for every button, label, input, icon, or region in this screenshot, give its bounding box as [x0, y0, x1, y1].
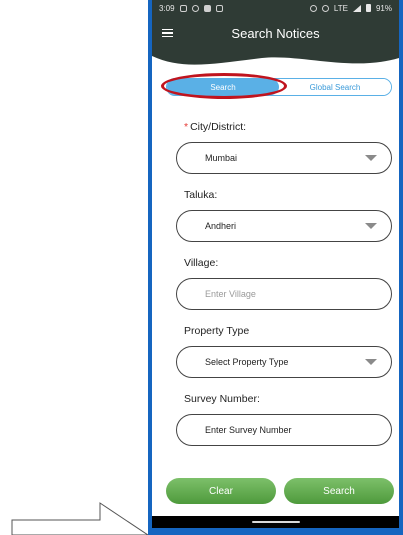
taluka-value: Andheri	[205, 221, 237, 231]
tab-global-search[interactable]: Global Search	[279, 79, 391, 95]
network-type: LTE	[333, 3, 348, 13]
tab-global-search-label: Global Search	[309, 82, 361, 92]
app-bar: Search Notices	[152, 16, 399, 50]
survey-number-placeholder: Enter Survey Number	[205, 425, 292, 435]
required-mark: *	[184, 121, 189, 133]
app-screen: 3:09 LTE 91% Search Notices Search Globa…	[152, 0, 399, 528]
battery-icon	[365, 4, 371, 12]
notification-icon	[179, 4, 187, 12]
survey-number-input[interactable]: Enter Survey Number	[176, 414, 392, 446]
city-select[interactable]: Mumbai	[176, 142, 392, 174]
header-wave	[152, 48, 399, 65]
clear-button[interactable]: Clear	[166, 478, 276, 504]
wifi-icon	[321, 4, 329, 12]
tab-search[interactable]: Search	[161, 73, 287, 99]
city-value: Mumbai	[205, 153, 238, 163]
city-label: * City/District:	[184, 121, 246, 133]
dropdown-arrow-icon	[365, 155, 377, 161]
taluka-label: Taluka:	[184, 189, 218, 201]
image-icon	[215, 4, 223, 12]
status-bar: 3:09 LTE 91%	[152, 0, 399, 16]
search-button[interactable]: Search	[284, 478, 394, 504]
village-placeholder: Enter Village	[205, 289, 256, 299]
search-tabs: Search Global Search	[161, 73, 392, 99]
property-type-select[interactable]: Select Property Type	[176, 346, 392, 378]
city-label-text: City/District:	[190, 121, 247, 133]
battery-percent: 91%	[375, 3, 392, 13]
page-title: Search Notices	[231, 25, 320, 41]
signal-icon	[352, 4, 361, 12]
home-indicator[interactable]	[252, 521, 300, 523]
dropdown-arrow-icon	[365, 223, 377, 229]
download-icon	[203, 4, 211, 12]
property-type-label: Property Type	[184, 325, 250, 337]
sync-icon	[191, 4, 199, 12]
village-input[interactable]: Enter Village	[176, 278, 392, 310]
alarm-icon	[309, 4, 317, 12]
highlight-ellipse	[161, 73, 287, 99]
status-time: 3:09	[159, 3, 175, 13]
village-label: Village:	[184, 257, 219, 269]
taluka-select[interactable]: Andheri	[176, 210, 392, 242]
phone-frame: 3:09 LTE 91% Search Notices Search Globa…	[148, 0, 403, 535]
dropdown-arrow-icon	[365, 359, 377, 365]
system-nav-bar	[152, 516, 399, 528]
survey-number-label: Survey Number:	[184, 393, 260, 405]
property-type-value: Select Property Type	[205, 357, 289, 367]
